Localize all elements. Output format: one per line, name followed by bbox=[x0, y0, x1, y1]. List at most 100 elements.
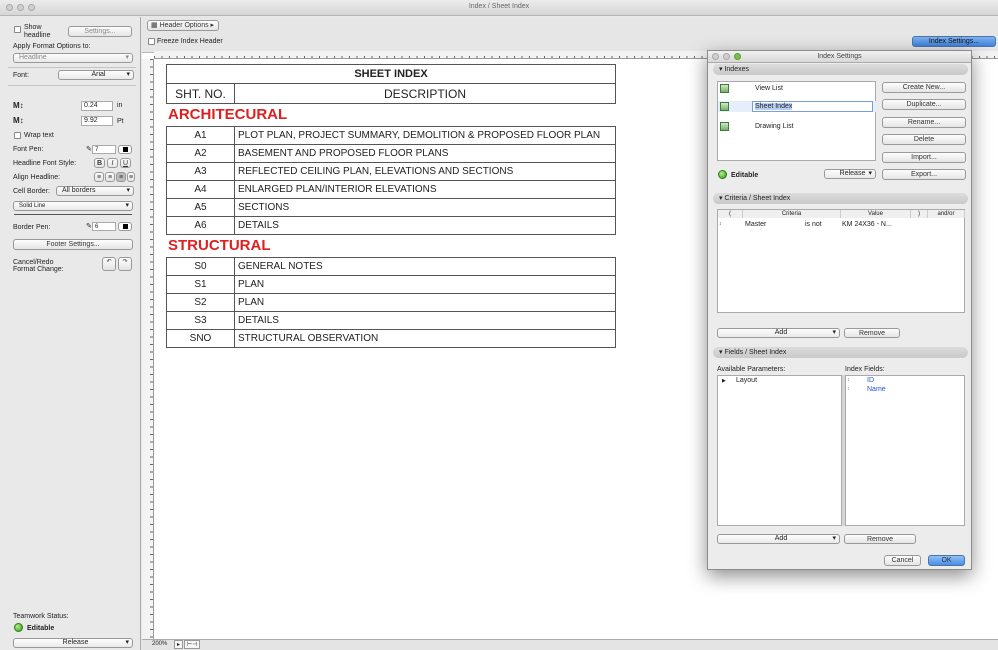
size-points-icon: M↕ bbox=[13, 116, 24, 125]
size-points-unit: Pt bbox=[117, 118, 124, 125]
expand-triangle-icon[interactable]: ▶ bbox=[722, 378, 726, 384]
table-row[interactable]: A5 SECTIONS bbox=[166, 198, 616, 217]
duplicate-button[interactable]: Duplicate... bbox=[882, 99, 966, 110]
rename-field[interactable]: Sheet Index bbox=[752, 101, 873, 112]
table-row[interactable]: S3 DETAILS bbox=[166, 311, 616, 330]
sheet-title[interactable]: SHEET INDEX bbox=[166, 64, 616, 84]
wrap-text-label: Wrap text bbox=[24, 132, 54, 139]
align-justify-icon[interactable]: ≡ bbox=[127, 172, 135, 182]
index-list-item-view-list[interactable]: View List bbox=[755, 85, 783, 92]
line-type-select[interactable]: Solid Line bbox=[13, 201, 133, 211]
cancel-button[interactable]: Cancel bbox=[884, 555, 921, 566]
size-icon: M↕ bbox=[13, 101, 24, 110]
index-settings-dialog: Index Settings ▾ Indexes View List Sheet… bbox=[707, 50, 972, 570]
index-list-item-sheet-index-row[interactable]: Sheet Index bbox=[718, 101, 876, 112]
index-field-item[interactable]: ID bbox=[867, 377, 874, 384]
drawing-list-icon bbox=[720, 122, 729, 131]
underline-button[interactable]: U bbox=[120, 158, 131, 168]
bold-button[interactable]: B bbox=[94, 158, 105, 168]
undo-format-icon[interactable]: ↶ bbox=[102, 257, 116, 271]
freeze-index-header-checkbox[interactable] bbox=[148, 38, 155, 45]
font-pen-color-swatch[interactable] bbox=[118, 145, 132, 154]
table-row[interactable]: S1 PLAN bbox=[166, 275, 616, 294]
table-row[interactable]: A2 BASEMENT AND PROPOSED FLOOR PLANS bbox=[166, 144, 616, 163]
show-headline-label: Show headline bbox=[24, 24, 51, 39]
cell-border-label: Cell Border: bbox=[13, 188, 50, 195]
create-new-button[interactable]: Create New... bbox=[882, 82, 966, 93]
zoom-arrow-icon[interactable]: ▸ bbox=[174, 640, 184, 649]
fit-page-icon[interactable]: ⊢⊣ bbox=[184, 640, 201, 649]
export-button[interactable]: Export... bbox=[882, 169, 966, 180]
section-title-architecural[interactable]: ARCHITECURAL bbox=[166, 104, 616, 126]
apply-format-select[interactable]: Headline bbox=[13, 53, 133, 63]
zoom-level[interactable]: 200% bbox=[152, 641, 167, 647]
release-select[interactable]: Release bbox=[13, 638, 133, 648]
sheet-description: PLOT PLAN, PROJECT SUMMARY, DEMOLITION &… bbox=[234, 126, 616, 145]
headline-font-style-label: Headline Font Style: bbox=[13, 160, 77, 167]
wrap-text-checkbox[interactable] bbox=[14, 132, 21, 139]
header-options-button[interactable]: ▦ Header Options ▸ bbox=[147, 20, 219, 31]
italic-button[interactable]: I bbox=[107, 158, 118, 168]
sheet-number: A1 bbox=[166, 126, 235, 145]
fields-add-select[interactable]: Add bbox=[717, 534, 840, 544]
delete-button[interactable]: Delete bbox=[882, 134, 966, 145]
table-row[interactable]: A1 PLOT PLAN, PROJECT SUMMARY, DEMOLITION… bbox=[166, 126, 616, 145]
drag-handle-icon[interactable]: ↕ bbox=[847, 377, 850, 383]
sheet-description: PLAN bbox=[234, 275, 616, 294]
criteria-remove-button[interactable]: Remove bbox=[844, 328, 900, 338]
index-list-item-drawing-list[interactable]: Drawing List bbox=[755, 123, 794, 130]
sheet-number: A6 bbox=[166, 216, 235, 235]
footer-settings-button[interactable]: Footer Settings... bbox=[13, 239, 133, 250]
dialog-title: Index Settings bbox=[817, 53, 862, 60]
cancel-redo-label: Cancel/Redo bbox=[13, 259, 54, 266]
size-inches-field[interactable]: 0.24 bbox=[81, 101, 113, 111]
dialog-close-button[interactable] bbox=[712, 53, 719, 60]
dialog-minimize-button[interactable] bbox=[723, 53, 730, 60]
align-center-icon[interactable]: ≡ bbox=[105, 172, 115, 182]
col-header-sht-no[interactable]: SHT. NO. bbox=[166, 83, 235, 104]
cell-border-select[interactable]: All borders bbox=[56, 186, 134, 196]
fields-header-label: Fields / Sheet Index bbox=[724, 349, 787, 356]
col-header-description[interactable]: DESCRIPTION bbox=[234, 83, 616, 104]
criteria-row[interactable]: ↕ Master is not KM 24X36 - N... bbox=[718, 220, 964, 229]
dialog-zoom-button[interactable] bbox=[734, 53, 741, 60]
index-field-item[interactable]: Name bbox=[867, 386, 886, 393]
editable-status-label: Editable bbox=[27, 625, 55, 632]
font-pen-label: Font Pen: bbox=[13, 146, 44, 153]
font-pen-field[interactable]: 7 bbox=[92, 145, 116, 154]
section-title-structural[interactable]: STRUCTURAL bbox=[166, 235, 616, 257]
border-pen-color-swatch[interactable] bbox=[118, 222, 132, 231]
index-settings-button[interactable]: Index Settings... bbox=[912, 36, 996, 47]
ok-button[interactable]: OK bbox=[928, 555, 965, 566]
table-row[interactable]: A3 REFLECTED CEILING PLAN, ELEVATIONS AND… bbox=[166, 162, 616, 181]
table-row[interactable]: A4 ENLARGED PLAN/INTERIOR ELEVATIONS bbox=[166, 180, 616, 199]
headline-settings-button[interactable]: Settings... bbox=[68, 26, 132, 37]
indexes-panel-header[interactable]: ▾ Indexes bbox=[713, 64, 968, 75]
drag-handle-icon[interactable]: ↕ bbox=[719, 221, 722, 227]
rename-button[interactable]: Rename... bbox=[882, 117, 966, 128]
table-row[interactable]: S2 PLAN bbox=[166, 293, 616, 312]
drag-handle-icon[interactable]: ↕ bbox=[847, 386, 850, 392]
align-left-icon[interactable]: ≡ bbox=[94, 172, 104, 182]
size-points-field[interactable]: 9.92 bbox=[81, 116, 113, 126]
border-pen-icon: ✎ bbox=[86, 223, 92, 230]
align-right-icon[interactable]: ≡ bbox=[116, 172, 126, 182]
table-row[interactable]: A6 DETAILS bbox=[166, 216, 616, 235]
criteria-panel-header[interactable]: ▾ Criteria / Sheet Index bbox=[713, 193, 968, 204]
table-row[interactable]: S0 GENERAL NOTES bbox=[166, 257, 616, 276]
vertical-ruler bbox=[142, 59, 154, 639]
fields-panel-header[interactable]: ▾ Fields / Sheet Index bbox=[713, 347, 968, 358]
show-headline-checkbox[interactable] bbox=[14, 26, 21, 33]
import-button[interactable]: Import... bbox=[882, 152, 966, 163]
criteria-operator: is not bbox=[805, 221, 822, 228]
redo-format-icon[interactable]: ↷ bbox=[118, 257, 132, 271]
table-row[interactable]: SNO STRUCTURAL OBSERVATION bbox=[166, 329, 616, 348]
border-pen-field[interactable]: 6 bbox=[92, 222, 116, 231]
available-parameters-label: Available Parameters: bbox=[717, 366, 786, 373]
font-select[interactable]: Arial bbox=[58, 70, 134, 80]
fields-remove-button[interactable]: Remove bbox=[844, 534, 916, 544]
dialog-release-select[interactable]: Release bbox=[824, 169, 876, 179]
criteria-add-select[interactable]: Add bbox=[717, 328, 840, 338]
parameter-item[interactable]: Layout bbox=[736, 377, 757, 384]
index-fields-list: ↕ ID ↕ Name bbox=[845, 375, 965, 526]
